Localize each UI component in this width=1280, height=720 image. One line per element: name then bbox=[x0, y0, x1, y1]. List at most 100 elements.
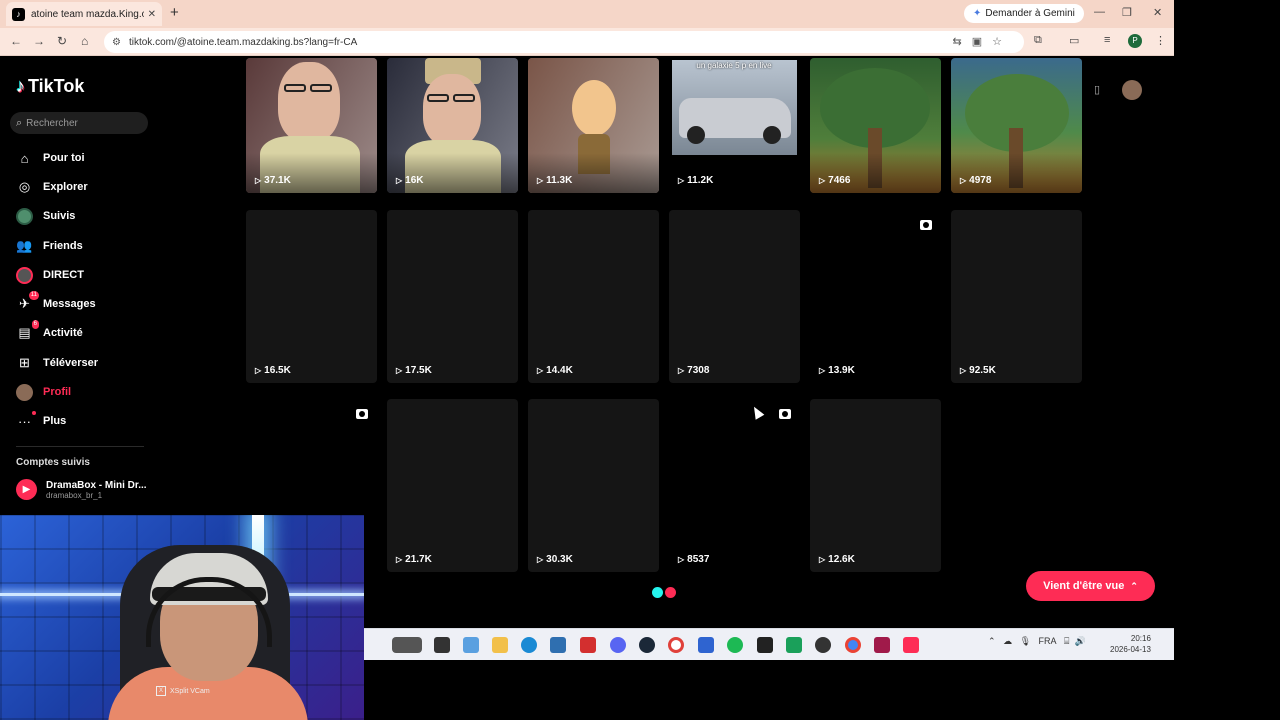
upload-icon: ⊞ bbox=[19, 355, 30, 370]
nav-explorer[interactable]: ◎ Explorer bbox=[16, 176, 156, 198]
adobe-icon[interactable] bbox=[580, 637, 596, 653]
file-explorer-icon[interactable] bbox=[492, 637, 508, 653]
play-icon: ▷ bbox=[537, 555, 544, 564]
nav-label: Messages bbox=[43, 298, 96, 310]
url-text: tiktok.com/@atoine.team.mazdaking.bs?lan… bbox=[128, 36, 358, 48]
address-bar[interactable]: ⚙ tiktok.com/@atoine.team.mazdaking.bs?l… bbox=[104, 31, 1024, 53]
video-tile[interactable]: ▷ 37.1K bbox=[246, 58, 377, 193]
site-info-icon[interactable]: ⚙ bbox=[112, 37, 121, 48]
dramabox-avatar-icon: ▶ bbox=[16, 479, 37, 500]
tab-strip: ♪ atoine team mazda.King.of.vrai ✕ + ✦ D… bbox=[0, 0, 1174, 28]
following-account[interactable]: ▶ DramaBox - Mini Dr... dramabox_br_1 bbox=[16, 479, 147, 500]
nav-friends[interactable]: 👥 Friends bbox=[16, 235, 156, 257]
taskbar-thumbnail-app[interactable] bbox=[392, 637, 422, 653]
device-icon[interactable]: ▯ bbox=[1094, 83, 1100, 96]
task-view-icon[interactable] bbox=[434, 637, 450, 653]
photo-tile[interactable]: ▷ 13.9K bbox=[810, 210, 941, 383]
tiktok-note-icon: ♪ bbox=[16, 76, 25, 96]
play-icon: ▷ bbox=[678, 176, 685, 185]
edge-icon[interactable] bbox=[521, 637, 537, 653]
play-icon: ▷ bbox=[537, 176, 544, 185]
video-tile[interactable]: ▷ 7308 bbox=[669, 210, 800, 383]
play-icon: ▷ bbox=[678, 555, 685, 564]
play-icon: ▷ bbox=[678, 366, 685, 375]
widgets-icon[interactable] bbox=[463, 637, 479, 653]
view-count: ▷ 30.3K bbox=[537, 554, 573, 565]
nav-pour-toi[interactable]: ⌂ Pour toi bbox=[16, 147, 156, 169]
nav-profil[interactable]: Profil bbox=[16, 381, 156, 403]
gemini-button[interactable]: ✦ Demander à Gemini bbox=[964, 4, 1084, 23]
nav-direct[interactable]: DIRECT bbox=[16, 264, 156, 286]
new-tab-button[interactable]: + bbox=[170, 5, 179, 21]
nav-plus[interactable]: ··· Plus bbox=[16, 410, 156, 432]
video-tile[interactable]: ▷ 11.3K bbox=[528, 58, 659, 193]
maximize-icon[interactable]: ❐ bbox=[1122, 6, 1132, 19]
video-tile[interactable]: ▷ 21.7K bbox=[387, 399, 518, 572]
clock[interactable]: 20:16 2026-04-13 bbox=[1110, 633, 1151, 655]
app-icon[interactable] bbox=[874, 637, 890, 653]
video-tile[interactable]: ▷ 12.6K bbox=[810, 399, 941, 572]
view-count: ▷ 92.5K bbox=[960, 365, 996, 376]
close-window-icon[interactable]: ✕ bbox=[1153, 6, 1162, 19]
back-icon[interactable]: ← bbox=[10, 34, 22, 48]
recently-viewed-button[interactable]: Vient d'être vue ⌃ bbox=[1026, 571, 1155, 601]
split-view-icon[interactable]: ▭ bbox=[1069, 34, 1079, 47]
capcut-icon[interactable] bbox=[757, 637, 773, 653]
video-tile[interactable]: ▷ 14.4K bbox=[528, 210, 659, 383]
obs-icon[interactable] bbox=[815, 637, 831, 653]
video-tile[interactable]: ▷ 7466 bbox=[810, 58, 941, 193]
menu-kebab-icon[interactable]: ⋮ bbox=[1155, 34, 1166, 47]
search-input[interactable]: ⌕ Rechercher bbox=[10, 112, 148, 134]
tiktok-logo[interactable]: ♪ TikTok bbox=[16, 76, 84, 97]
video-tile[interactable]: ▷ 16.5K bbox=[246, 210, 377, 383]
messages-badge: 11 bbox=[28, 290, 39, 300]
chrome-icon[interactable] bbox=[845, 637, 861, 653]
view-count: ▷ 17.5K bbox=[396, 365, 432, 376]
spotify-icon[interactable] bbox=[727, 637, 743, 653]
profile-avatar-icon[interactable]: P bbox=[1128, 34, 1142, 48]
video-tile[interactable]: ▷ 4978 bbox=[951, 58, 1082, 193]
nav-label: Suivis bbox=[43, 210, 76, 222]
android-icon[interactable] bbox=[786, 637, 802, 653]
steam-icon[interactable] bbox=[639, 637, 655, 653]
arc-icon[interactable] bbox=[698, 637, 714, 653]
nav-messages[interactable]: ✈ 11 Messages bbox=[16, 290, 156, 315]
tiktok-app-icon[interactable] bbox=[903, 637, 919, 653]
minimize-icon[interactable]: — bbox=[1094, 6, 1105, 18]
forward-icon[interactable]: → bbox=[33, 34, 45, 48]
home-button-icon[interactable]: ⌂ bbox=[81, 34, 88, 48]
video-tile[interactable]: ▷ 17.5K bbox=[387, 210, 518, 383]
view-count: ▷ 7466 bbox=[819, 175, 851, 186]
extensions-icon[interactable]: ⧉ bbox=[1034, 34, 1042, 47]
nav-label: Plus bbox=[43, 415, 67, 427]
webcam-label: XSplit VCam bbox=[170, 687, 210, 695]
nav-label: Pour toi bbox=[43, 152, 85, 164]
browser-tab[interactable]: ♪ atoine team mazda.King.of.vrai ✕ bbox=[6, 2, 162, 26]
nav-televerser[interactable]: ⊞ Téléverser bbox=[16, 352, 156, 374]
discord-icon[interactable] bbox=[610, 637, 626, 653]
nav-label: Explorer bbox=[43, 181, 88, 193]
media-icon[interactable]: ≡ bbox=[1104, 34, 1110, 46]
photo-tile[interactable]: ▷ 8537 bbox=[669, 399, 800, 572]
close-tab-icon[interactable]: ✕ bbox=[148, 9, 156, 20]
video-tile[interactable]: ▷ 30.3K bbox=[528, 399, 659, 572]
view-count: ▷ 21.7K bbox=[396, 554, 432, 565]
more-dot-badge bbox=[32, 410, 36, 415]
photo-carousel-icon bbox=[920, 220, 932, 230]
video-tile[interactable]: un galaxie 5 p en live ▷ 11.2K bbox=[669, 58, 800, 193]
opera-icon[interactable] bbox=[668, 637, 684, 653]
user-avatar[interactable] bbox=[1122, 80, 1142, 100]
video-tile[interactable]: ▷ 92.5K bbox=[951, 210, 1082, 383]
system-tray[interactable]: ⌃ ☁ 🎙 FRA ⌸ 🔊 bbox=[988, 636, 1086, 647]
nav-suivis[interactable]: Suivis bbox=[16, 205, 156, 227]
view-count: ▷ 11.2K bbox=[678, 175, 714, 186]
store-icon[interactable] bbox=[550, 637, 566, 653]
video-tile[interactable]: ▷ 16K bbox=[387, 58, 518, 193]
following-title: Comptes suivis bbox=[16, 457, 90, 468]
onedrive-icon: ☁ bbox=[1003, 636, 1013, 646]
search-placeholder: Rechercher bbox=[26, 117, 78, 129]
address-bar-actions[interactable]: ⇆▣☆ bbox=[953, 35, 1012, 48]
search-icon: ⌕ bbox=[16, 116, 23, 129]
reload-icon[interactable]: ↻ bbox=[57, 34, 67, 48]
nav-activite[interactable]: ▤ 6 Activité bbox=[16, 319, 156, 344]
